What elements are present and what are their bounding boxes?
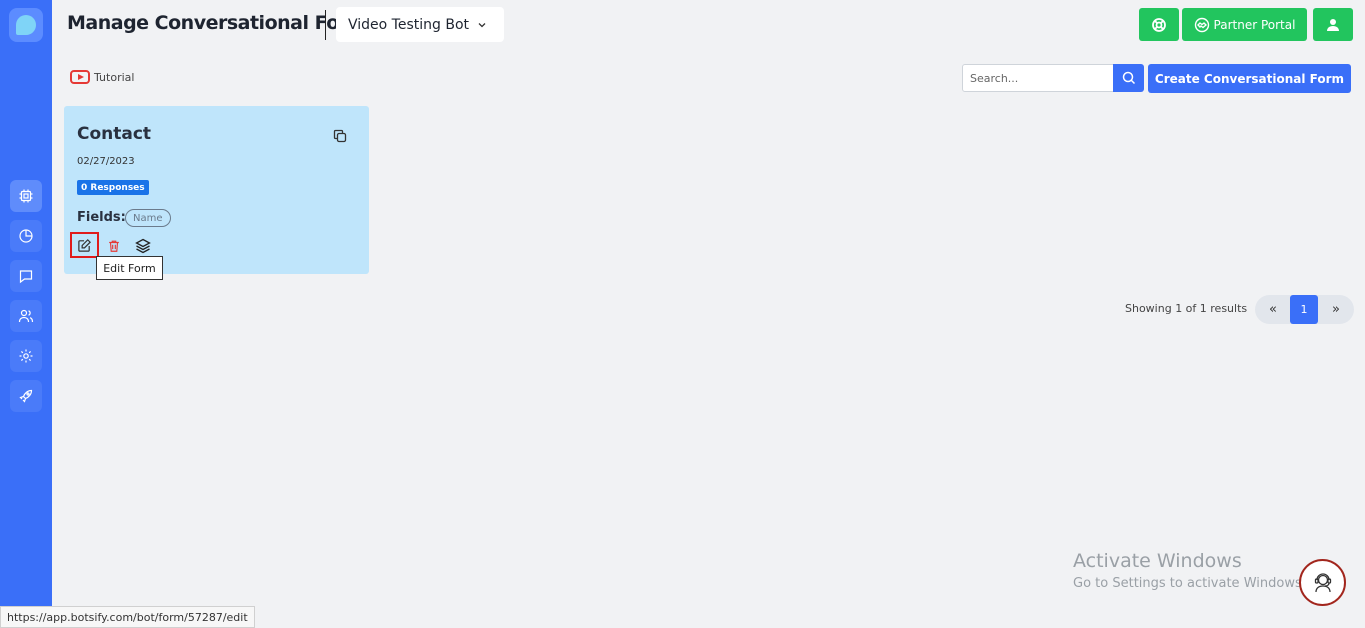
sidebar-item-chat[interactable] (10, 260, 42, 292)
settings-icon (19, 349, 33, 363)
partner-portal-button[interactable]: Partner Portal (1182, 8, 1307, 41)
youtube-icon (70, 70, 90, 84)
bot-selector[interactable]: Video Testing Bot (336, 7, 504, 42)
edit-form-tooltip: Edit Form (96, 256, 163, 280)
field-tag: Name (125, 209, 171, 227)
user-menu-button[interactable] (1313, 8, 1353, 41)
layers-icon (135, 238, 151, 254)
activate-windows-subtitle: Go to Settings to activate Windows. (1073, 576, 1306, 591)
lifebuoy-icon (1152, 17, 1166, 32)
edit-form-button[interactable] (70, 232, 99, 258)
delete-form-button[interactable] (104, 236, 124, 256)
pagination-next[interactable]: » (1325, 295, 1347, 324)
title-divider (325, 10, 326, 40)
chat-icon (19, 270, 33, 284)
copy-icon[interactable] (332, 128, 348, 144)
support-agent-icon (1314, 572, 1331, 592)
duplicate-form-button[interactable] (133, 236, 153, 256)
pie-chart-icon (19, 229, 33, 243)
activate-windows-title: Activate Windows (1073, 550, 1242, 572)
users-icon (18, 309, 34, 323)
sidebar-item-bot[interactable] (10, 180, 42, 212)
user-icon (1327, 18, 1339, 31)
status-bar-url: https://app.botsify.com/bot/form/57287/e… (0, 606, 255, 628)
search-input[interactable] (962, 64, 1114, 92)
chevron-down-icon (478, 22, 486, 27)
help-button[interactable] (1139, 8, 1179, 41)
sidebar-item-deploy[interactable] (10, 380, 42, 412)
tutorial-link[interactable]: Tutorial (70, 70, 134, 84)
support-chat-button[interactable] (1299, 559, 1346, 606)
pagination-prev[interactable]: « (1262, 295, 1284, 324)
sidebar-item-settings[interactable] (10, 340, 42, 372)
results-summary: Showing 1 of 1 results (1125, 302, 1248, 315)
sidebar-item-analytics[interactable] (10, 220, 42, 252)
edit-icon (78, 238, 91, 252)
fields-label: Fields: (77, 210, 126, 225)
sidebar-item-users[interactable] (10, 300, 42, 332)
partner-portal-label: Partner Portal (1213, 17, 1296, 32)
tutorial-label: Tutorial (94, 70, 135, 84)
rocket-icon (19, 389, 33, 403)
search-icon (1122, 71, 1135, 85)
pagination-page-1[interactable]: 1 (1290, 295, 1318, 324)
cpu-icon (19, 189, 33, 203)
logo-icon (16, 15, 36, 35)
responses-badge[interactable]: 0 Responses (77, 180, 149, 195)
form-title: Contact (77, 124, 152, 144)
create-form-button[interactable]: Create Conversational Form (1148, 64, 1351, 93)
form-date: 02/27/2023 (77, 156, 135, 167)
trash-icon (109, 240, 119, 252)
page-title: Manage Conversational Forms (67, 12, 378, 34)
sidebar (0, 0, 52, 628)
search-button[interactable] (1113, 64, 1144, 92)
bot-selector-label: Video Testing Bot (348, 16, 470, 33)
app-logo[interactable] (9, 8, 43, 42)
form-card: Contact 02/27/2023 0 Responses Fields: N… (64, 106, 369, 274)
handshake-icon (1194, 17, 1209, 32)
